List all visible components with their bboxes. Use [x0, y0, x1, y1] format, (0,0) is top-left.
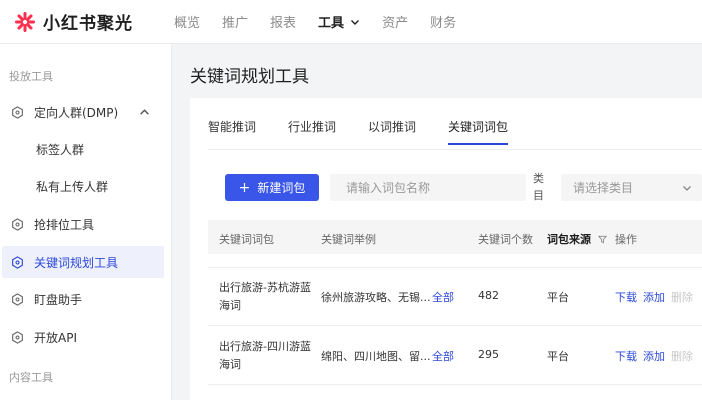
cell-source: 平台 [547, 291, 569, 304]
table-spacer-row [208, 254, 702, 268]
page-title: 关键词规划工具 [190, 67, 309, 87]
tab-divider [208, 149, 702, 150]
tab-industry-recommend[interactable]: 行业推词 [288, 118, 336, 145]
sidebar-item-label: 私有上传人群 [36, 179, 109, 194]
col-count: 关键词个数 [478, 233, 533, 246]
sidebar-item-tag-audience[interactable]: 标签人群 [2, 133, 164, 165]
category-label: 类目 [533, 172, 544, 202]
nav-overview[interactable]: 概览 [174, 12, 200, 31]
cell-example: 徐州旅游攻略、无锡... [321, 291, 431, 304]
top-header: 小红书聚光 概览 推广 报表 工具 资产 财务 [0, 0, 702, 44]
sidebar-item-private-upload[interactable]: 私有上传人群 [2, 170, 164, 202]
sidebar-item-label: 开放API [34, 330, 77, 345]
table-header: 关键词词包 关键词举例 关键词个数 词包来源 操作 [208, 220, 702, 254]
nav-assets[interactable]: 资产 [382, 12, 408, 31]
delete-link[interactable]: 删除 [671, 348, 693, 364]
col-package: 关键词词包 [219, 233, 274, 246]
download-link[interactable]: 下载 [615, 348, 637, 364]
nav-tools[interactable]: 工具 [318, 12, 360, 31]
tab-smart-recommend[interactable]: 智能推词 [208, 118, 256, 145]
sidebar-item-label: 定向人群(DMP) [34, 105, 119, 120]
package-name-placeholder: 请输入词包名称 [346, 181, 431, 195]
sidebar-item-open-api[interactable]: 开放API [2, 321, 164, 353]
nav-tools-label: 工具 [318, 16, 345, 31]
tab-word-to-word[interactable]: 以词推词 [368, 118, 416, 145]
hexagon-icon [12, 292, 23, 306]
delete-link[interactable]: 删除 [671, 289, 693, 305]
hexagon-icon [12, 255, 23, 269]
table-row: 出行旅游-苏杭游蓝海词 徐州旅游攻略、无锡... 全部 482 平台 下载 添加… [208, 268, 702, 326]
content-card: 智能推词 行业推词 以词推词 关键词词包 + 新建词包 请输入词包名称 类目 请… [190, 98, 702, 400]
hexagon-icon [12, 105, 23, 119]
col-actions: 操作 [615, 233, 637, 246]
new-package-button-label: 新建词包 [257, 181, 306, 195]
nav-reports[interactable]: 报表 [270, 12, 296, 31]
sidebar-group-content-tools: 内容工具 [9, 371, 53, 384]
hexagon-icon [12, 217, 23, 231]
view-all-link[interactable]: 全部 [432, 289, 454, 305]
chevron-down-icon [351, 19, 360, 25]
sidebar-group-delivery-tools: 投放工具 [9, 70, 53, 83]
tab-bar: 智能推词 行业推词 以词推词 关键词词包 [208, 118, 540, 145]
cell-package-name: 出行旅游-四川游蓝海词 [219, 340, 311, 371]
cell-count: 295 [478, 348, 499, 361]
view-all-link[interactable]: 全部 [432, 348, 454, 364]
col-source-label: 词包来源 [547, 233, 591, 246]
package-name-input[interactable]: 请输入词包名称 [330, 174, 526, 201]
nav-promotion[interactable]: 推广 [222, 12, 248, 31]
sidebar-item-rank-tool[interactable]: 抢排位工具 [2, 208, 164, 240]
plus-icon: + [238, 179, 251, 196]
sidebar-item-label: 抢排位工具 [34, 217, 95, 232]
col-source[interactable]: 词包来源 [547, 231, 607, 247]
col-example: 关键词举例 [321, 233, 376, 246]
add-link[interactable]: 添加 [643, 348, 665, 364]
add-link[interactable]: 添加 [643, 289, 665, 305]
sidebar-item-monitor-assistant[interactable]: 盯盘助手 [2, 283, 164, 315]
cell-package-name: 出行旅游-苏杭游蓝海词 [219, 281, 311, 312]
logo-flower-icon [15, 11, 35, 32]
sidebar-item-label: 盯盘助手 [34, 292, 83, 307]
cell-count: 482 [478, 289, 499, 302]
sidebar-item-label: 标签人群 [36, 142, 85, 157]
chevron-down-icon [683, 186, 691, 191]
logo[interactable]: 小红书聚光 [14, 9, 160, 34]
cell-source: 平台 [547, 350, 569, 363]
tab-keyword-package[interactable]: 关键词词包 [448, 118, 509, 145]
chevron-up-icon [140, 108, 149, 115]
filter-icon[interactable] [597, 235, 607, 244]
cell-example: 绵阳、四川地图、留... [321, 350, 431, 363]
sidebar-item-dmp[interactable]: 定向人群(DMP) [2, 96, 164, 128]
nav-finance[interactable]: 财务 [430, 12, 456, 31]
top-nav: 概览 推广 报表 工具 资产 财务 [174, 12, 478, 31]
new-package-button[interactable]: + 新建词包 [225, 174, 319, 201]
sidebar-item-keyword-planner[interactable]: 关键词规划工具 [2, 246, 164, 278]
category-select[interactable]: 请选择类目 [561, 174, 702, 201]
hexagon-icon [12, 330, 23, 344]
category-select-placeholder: 请选择类目 [573, 181, 634, 195]
sidebar-item-label: 关键词规划工具 [34, 255, 119, 270]
download-link[interactable]: 下载 [615, 289, 637, 305]
table-row: 出行旅游-四川游蓝海词 绵阳、四川地图、留... 全部 295 平台 下载 添加… [208, 327, 702, 385]
sidebar: 投放工具 定向人群(DMP) 标签人群 私有上传人群 抢排位工具 关键词规划工具… [0, 44, 172, 400]
logo-text: 小红书聚光 [43, 14, 133, 34]
